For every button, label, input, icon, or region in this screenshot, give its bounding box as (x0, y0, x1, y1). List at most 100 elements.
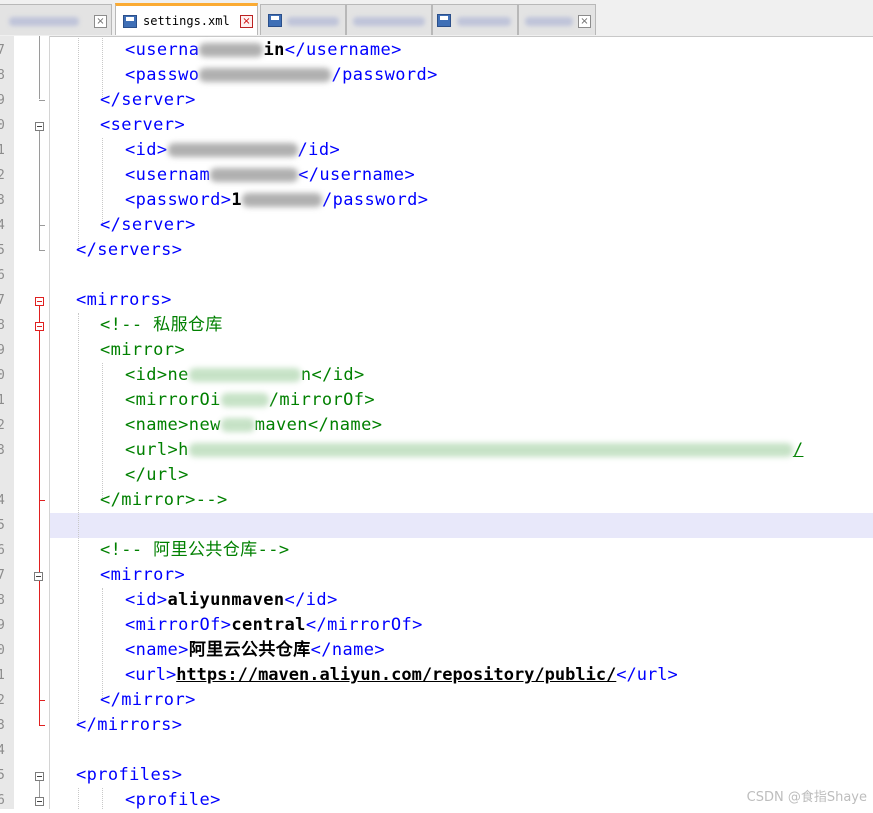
line-number: 8 (0, 593, 5, 608)
line-number: 7 (0, 568, 5, 583)
redacted-tab-label (287, 17, 339, 26)
line-number: 3 (0, 443, 5, 458)
code-line[interactable]: </server> (100, 88, 196, 113)
xml-tag: <userna (125, 40, 200, 60)
tab-redacted-3[interactable] (346, 4, 432, 35)
xml-tag: <usernam (125, 165, 211, 185)
line-number: 3 (0, 193, 5, 208)
xml-tag: <id> (125, 140, 168, 160)
fold-end-tick (39, 100, 45, 101)
code-line[interactable]: <mirror> (100, 338, 185, 363)
tab-redacted-2[interactable] (260, 4, 346, 35)
xml-text: in (263, 40, 285, 60)
code-line[interactable]: <name>new maven</name> (125, 413, 382, 438)
redacted-value (220, 418, 255, 432)
line-number: 3 (0, 718, 5, 733)
indent-guide (78, 36, 79, 249)
fold-end-tick (39, 250, 45, 251)
xml-tag: </server> (100, 90, 196, 110)
code-line[interactable]: <mirrorOi/mirrorOf> (125, 388, 375, 413)
xml-comment: maven</name> (254, 415, 383, 435)
redacted-tab-label (9, 17, 79, 26)
code-line[interactable]: <profile> (125, 788, 221, 813)
line-number: 9 (0, 618, 5, 633)
xml-tag: </url> (616, 665, 678, 685)
line-number: 9 (0, 93, 5, 108)
code-line[interactable]: </mirrors> (76, 713, 182, 738)
fold-collapse-icon[interactable] (35, 772, 44, 781)
current-line-highlight (50, 513, 873, 538)
code-line[interactable]: </mirror> (100, 688, 196, 713)
xml-tag: </server> (100, 215, 196, 235)
indent-guide (78, 788, 79, 809)
close-icon[interactable]: × (94, 15, 107, 28)
redacted-value (199, 43, 264, 57)
tab-settings-xml[interactable]: settings.xml × (115, 3, 258, 35)
fold-collapse-icon[interactable] (35, 297, 44, 306)
xml-tag: </username> (284, 40, 402, 60)
code-line[interactable]: </mirror>--> (100, 488, 228, 513)
code-line[interactable]: <profiles> (76, 763, 182, 788)
tab-redacted-1[interactable]: × (0, 4, 112, 35)
tab-label: settings.xml (143, 14, 230, 28)
code-line[interactable]: <passwo/password> (125, 63, 438, 88)
watermark: CSDN @食指Shaye (746, 790, 867, 805)
redacted-value (199, 68, 332, 82)
code-line[interactable]: <url>https://maven.aliyun.com/repository… (125, 663, 678, 688)
redacted-tab-label (457, 17, 511, 26)
line-number: 7 (0, 293, 5, 308)
fold-collapse-icon[interactable] (35, 122, 44, 131)
code-line[interactable]: </server> (100, 213, 196, 238)
code-line[interactable]: <id>aliyunmaven</id> (125, 588, 338, 613)
xml-tag: <mirrors> (76, 290, 172, 310)
xml-comment: <id>ne (125, 365, 189, 385)
xml-comment: / (792, 440, 804, 460)
code-line[interactable]: <!-- 私服仓库 (100, 313, 223, 338)
fold-line (39, 131, 40, 225)
line-number: 4 (0, 743, 5, 758)
tab-redacted-5[interactable]: × (518, 4, 596, 35)
code-line[interactable]: <userna in</username> (125, 38, 402, 63)
xml-tag: </mirror> (100, 690, 196, 710)
code-line[interactable]: </servers> (76, 238, 182, 263)
line-number: 6 (0, 543, 5, 558)
xml-comment: <mirrorOi (125, 390, 221, 410)
xml-tag: </name> (310, 640, 386, 660)
code-line[interactable]: <usernam </username> (125, 163, 415, 188)
redacted-value (188, 443, 793, 457)
line-number: 1 (0, 668, 5, 683)
xml-tag: </id> (284, 590, 338, 610)
tab-redacted-4[interactable] (432, 4, 518, 35)
url-link[interactable]: https://maven.aliyun.com/repository/publ… (176, 665, 616, 685)
code-line[interactable]: <name>阿里云公共仓库</name> (125, 638, 385, 663)
tab-bar: × settings.xml × × (0, 0, 873, 37)
code-line[interactable]: <mirrorOf>central</mirrorOf> (125, 613, 423, 638)
xml-tag: <name> (125, 640, 189, 660)
xml-tag: <id> (125, 590, 168, 610)
xml-tag: <profiles> (76, 765, 183, 785)
code-line[interactable]: <server> (100, 113, 185, 138)
xml-comment: <name>new (125, 415, 221, 435)
fold-collapse-icon[interactable] (35, 322, 44, 331)
line-number: 0 (0, 118, 5, 133)
code-line[interactable]: <mirror> (100, 563, 185, 588)
fold-collapse-icon[interactable] (34, 572, 43, 581)
line-number: 1 (0, 393, 5, 408)
close-icon[interactable]: × (240, 15, 253, 28)
fold-line (39, 225, 40, 250)
xml-comment: <url>h (125, 440, 189, 460)
code-line[interactable]: <id>ne n</id> (125, 363, 365, 388)
xml-tag: /password> (322, 190, 429, 210)
code-line[interactable]: </url> (125, 463, 189, 488)
code-line[interactable]: <id> /id> (125, 138, 340, 163)
xml-tag: <password> (125, 190, 232, 210)
redacted-value (210, 168, 299, 182)
xml-comment: <!-- 阿里公共仓库--> (100, 540, 290, 560)
code-line[interactable]: <mirrors> (76, 288, 172, 313)
fold-collapse-icon[interactable] (35, 797, 44, 806)
code-line[interactable]: <!-- 阿里公共仓库--> (100, 538, 289, 563)
fold-line-active (39, 331, 40, 726)
code-line[interactable]: <url>h / (125, 438, 803, 463)
code-line[interactable]: <password>1/password> (125, 188, 428, 213)
close-icon[interactable]: × (578, 15, 591, 28)
